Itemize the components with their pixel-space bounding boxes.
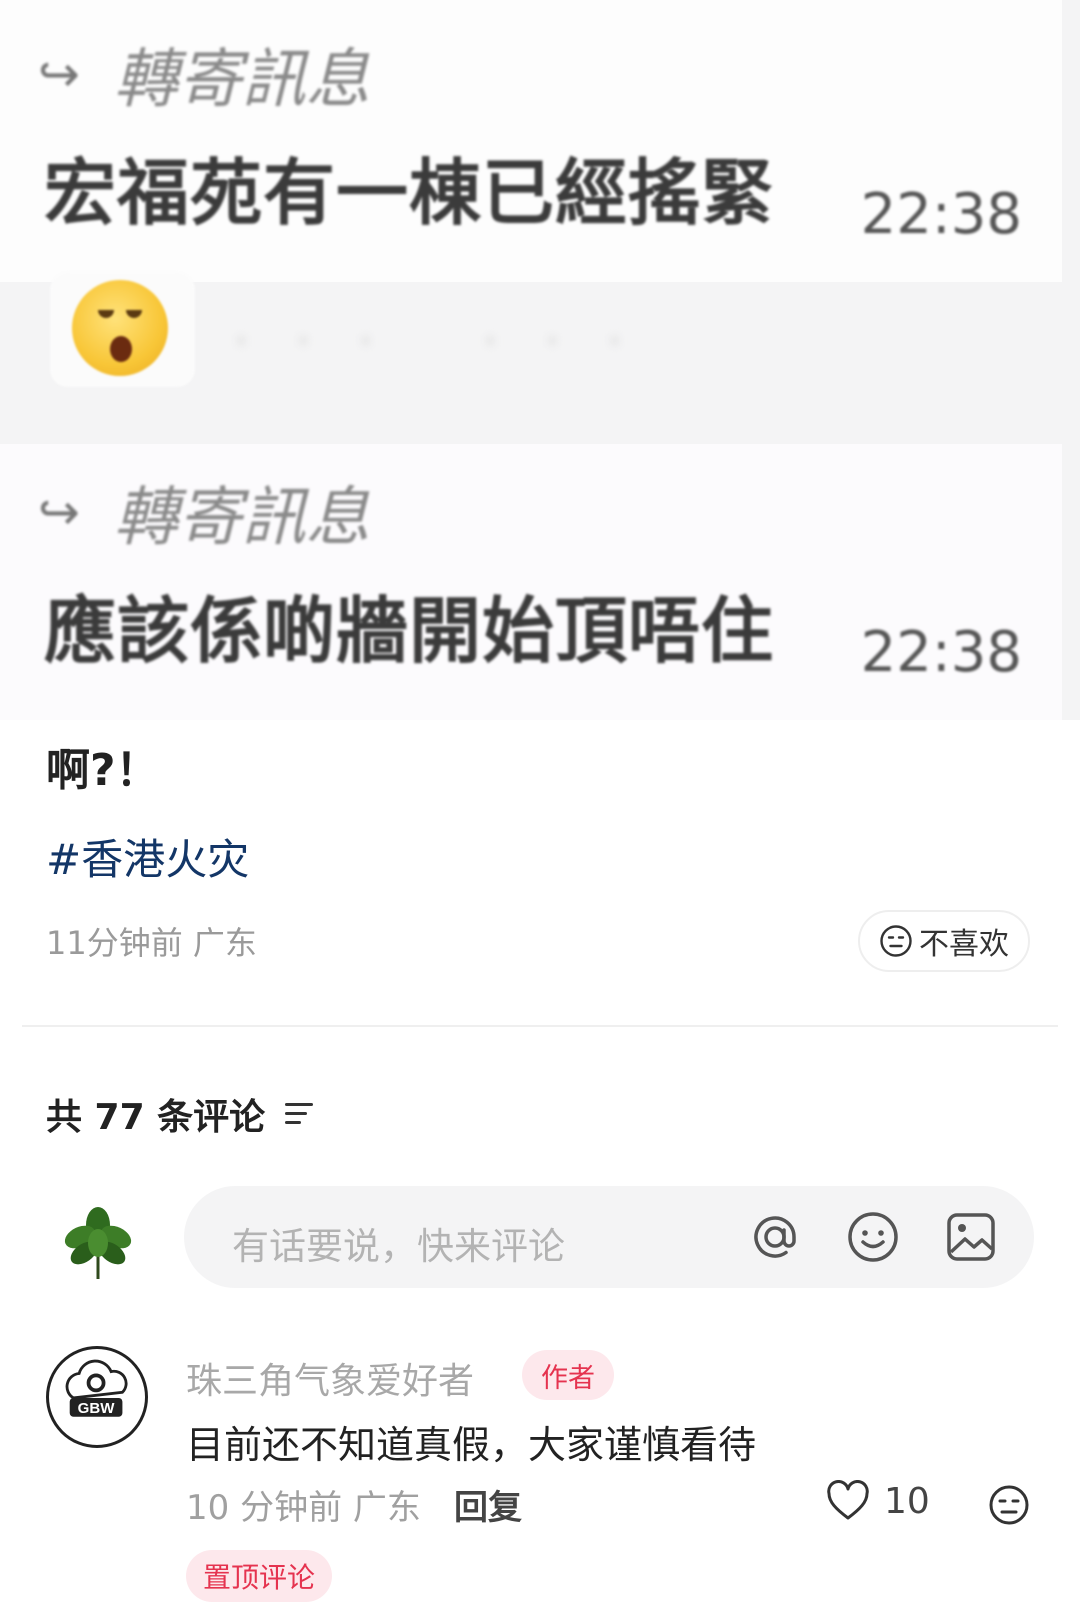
sort-icon[interactable] — [285, 1101, 315, 1127]
commenter-avatar[interactable]: GBW — [46, 1346, 148, 1448]
message-text: 宏福苑有一棟已經搖緊 — [44, 151, 775, 235]
author-badge: 作者 — [522, 1350, 614, 1400]
forward-arrow-icon: ↪ — [38, 45, 80, 103]
like-count: 10 — [884, 1480, 930, 1522]
dislike-label: 不喜欢 — [919, 927, 1009, 962]
like-button[interactable]: 10 — [826, 1480, 930, 1522]
post-text: 啊?！ — [46, 745, 160, 796]
image-icon[interactable] — [942, 1208, 1000, 1266]
comment-text: 目前还不知道真假，大家谨慎看待 — [186, 1423, 757, 1467]
forward-arrow-icon: ↪ — [38, 483, 80, 541]
forward-header: ↪ 轉寄訊息 — [38, 28, 370, 120]
divider — [22, 1025, 1058, 1027]
pinned-comment-badge: 置顶评论 — [186, 1550, 332, 1602]
emoji-icon[interactable] — [844, 1208, 902, 1266]
dislike-button[interactable]: 不喜欢 — [858, 910, 1030, 972]
hashtag-link[interactable]: #香港火灾 — [46, 826, 249, 887]
forwarded-chat-screenshot[interactable]: ↪ 轉寄訊息 宏福苑有一棟已經搖緊 22:38 ··· ··· ↪ 轉寄訊息 應… — [0, 0, 1080, 720]
comment-input-placeholder: 有话要说，快来评论 — [232, 1225, 565, 1268]
forwarded-message-bubble: ↪ 轉寄訊息 宏福苑有一棟已經搖緊 22:38 — [0, 0, 1062, 282]
forwarded-message-bubble: ↪ 轉寄訊息 應該係啲牆開始頂唔住 22:38 — [0, 444, 1062, 720]
message-text: 應該係啲牆開始頂唔住 — [44, 589, 775, 673]
gbw-logo-icon: GBW — [65, 1359, 128, 1417]
forward-label: 轉寄訊息 — [113, 481, 370, 555]
current-user-avatar[interactable] — [58, 1203, 138, 1283]
message-time: 22:38 — [860, 182, 1022, 247]
commenter-username[interactable]: 珠三角气象爱好者 — [186, 1352, 474, 1404]
forward-label: 轉寄訊息 — [113, 43, 370, 117]
neutral-face-icon — [880, 925, 912, 957]
comment-time-location: 10 分钟前 广东 — [186, 1488, 421, 1528]
svg-text:GBW: GBW — [78, 1400, 116, 1417]
emoji-message-bubble — [50, 272, 195, 387]
message-time: 22:38 — [860, 620, 1022, 685]
post-time-location: 11分钟前 广东 — [46, 924, 257, 962]
reply-button[interactable]: 回复 — [454, 1480, 522, 1529]
heart-icon — [827, 1480, 869, 1520]
forward-header: ↪ 轉寄訊息 — [38, 466, 370, 558]
comments-header: 共 77 条评论 — [46, 1088, 315, 1140]
astonished-face-emoji-icon — [72, 280, 168, 376]
mention-icon[interactable] — [746, 1208, 804, 1266]
comment-count: 共 77 条评论 — [46, 1097, 266, 1138]
blurred-background-text: ··· ··· — [230, 300, 666, 382]
comment-input[interactable]: 有话要说，快来评论 — [184, 1186, 1034, 1288]
comment-dislike-icon[interactable] — [988, 1484, 1030, 1526]
